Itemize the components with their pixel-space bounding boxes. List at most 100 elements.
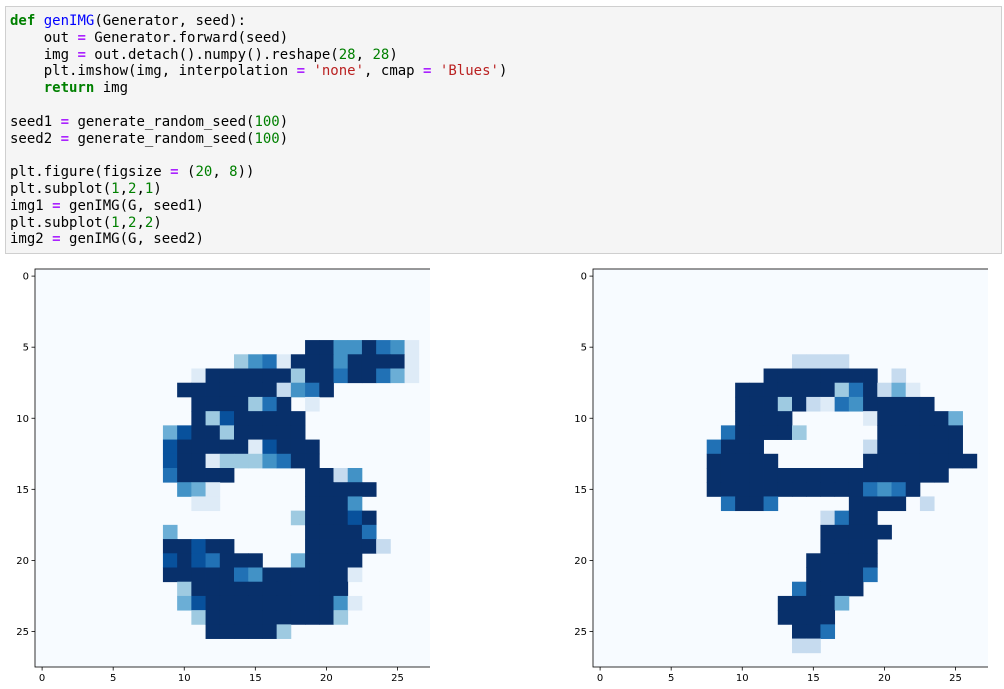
heatmap-cell xyxy=(162,468,178,483)
heatmap-cell xyxy=(806,581,821,597)
heatmap-cell xyxy=(777,610,793,625)
heatmap-cell xyxy=(820,468,836,483)
heatmap-cell xyxy=(219,624,235,639)
heatmap-cell xyxy=(806,482,821,497)
heatmap-cell xyxy=(877,453,892,469)
heatmap-cell xyxy=(234,595,249,611)
heatmap-cell xyxy=(820,382,836,398)
heatmap-cell xyxy=(276,624,292,639)
heatmap-cell xyxy=(177,539,192,554)
heatmap-cell xyxy=(205,453,221,469)
heatmap-cell xyxy=(234,368,249,384)
heatmap-cell xyxy=(792,610,807,625)
heatmap-cell xyxy=(333,354,349,369)
code-line: return img xyxy=(10,80,128,96)
heatmap-cell xyxy=(777,482,793,497)
heatmap-cell xyxy=(333,610,349,625)
heatmap-cell xyxy=(834,581,850,597)
heatmap-cell xyxy=(749,396,764,412)
heatmap-cell xyxy=(248,382,263,398)
heatmap-cell xyxy=(934,411,949,426)
heatmap-cell xyxy=(834,396,850,412)
heatmap-cell xyxy=(262,567,278,583)
heatmap-cell xyxy=(777,595,793,611)
heatmap-cell xyxy=(305,439,320,455)
code-token: seed1 xyxy=(10,113,61,130)
heatmap-cell xyxy=(290,567,306,583)
heatmap-cell xyxy=(333,553,349,568)
code-token: ) xyxy=(153,180,162,197)
heatmap-cell xyxy=(792,354,807,369)
heatmap-cell xyxy=(205,610,221,625)
code-editor[interactable]: def genIMG(Generator, seed): out = Gener… xyxy=(10,13,1001,248)
x-tick-label: 20 xyxy=(878,673,891,684)
heatmap-cell xyxy=(763,396,779,412)
code-line: out = Generator.forward(seed) xyxy=(10,30,288,46)
heatmap-cell xyxy=(720,439,736,455)
heatmap-cell xyxy=(219,368,235,384)
heatmap-cell xyxy=(305,368,320,384)
code-cell[interactable]: def genIMG(Generator, seed): out = Gener… xyxy=(5,6,1002,254)
heatmap-cell xyxy=(191,595,206,611)
heatmap-cell xyxy=(863,368,878,384)
code-line: def genIMG(Generator, seed): xyxy=(10,13,246,29)
heatmap-cell xyxy=(820,610,836,625)
x-tick-label: 15 xyxy=(249,673,262,684)
heatmap-cell xyxy=(205,468,221,483)
heatmap-cell xyxy=(792,638,807,654)
heatmap-cell xyxy=(191,382,206,398)
code-line: img2 = genIMG(G, seed2) xyxy=(10,231,204,247)
code-line: plt.imshow(img, interpolation = 'none', … xyxy=(10,63,508,79)
heatmap-cell xyxy=(162,524,178,540)
heatmap-cell xyxy=(891,439,907,455)
heatmap-cell xyxy=(205,396,221,412)
code-token: 100 xyxy=(254,113,280,130)
heatmap-cell xyxy=(834,368,850,384)
heatmap-cell xyxy=(219,425,235,440)
heatmap-cell xyxy=(720,453,736,469)
heatmap-cell xyxy=(934,439,949,455)
heatmap-cell xyxy=(905,411,921,426)
heatmap-cell xyxy=(863,482,878,497)
code-token: return xyxy=(43,80,95,97)
heatmap-cell xyxy=(806,382,821,398)
heatmap-cell xyxy=(848,581,864,597)
heatmap-cell xyxy=(234,382,249,398)
x-tick-label: 20 xyxy=(320,673,333,684)
heatmap-cell xyxy=(191,439,206,455)
heatmap-cell xyxy=(720,468,736,483)
heatmap-cell xyxy=(763,468,779,483)
heatmap-cell xyxy=(749,496,764,512)
heatmap-cell xyxy=(191,567,206,583)
heatmap-cell xyxy=(919,396,935,412)
heatmap-cell xyxy=(948,453,963,469)
heatmap-cell xyxy=(219,382,235,398)
code-token: = xyxy=(60,113,70,130)
heatmap-cell xyxy=(792,581,807,597)
heatmap-cell xyxy=(361,524,377,540)
code-token: plt.subplot( xyxy=(10,180,112,197)
heatmap-cell xyxy=(735,468,750,483)
x-tick-label: 5 xyxy=(668,673,674,684)
heatmap-cell xyxy=(219,539,235,554)
heatmap-cell xyxy=(248,453,263,469)
heatmap-cell xyxy=(863,496,878,512)
heatmap-cell xyxy=(749,425,764,440)
heatmap-cell xyxy=(863,411,878,426)
heatmap-cell xyxy=(792,482,807,497)
code-line: plt.figure(figsize = (20, 8)) xyxy=(10,164,254,180)
heatmap-cell xyxy=(749,411,764,426)
heatmap-cell xyxy=(276,368,292,384)
heatmap-cell xyxy=(806,553,821,568)
heatmap-image-1: 0 5 10 15 20 25 0 5 10 15 20 25 xyxy=(16,268,430,684)
heatmap-cell xyxy=(290,581,306,597)
heatmap-cell xyxy=(248,396,263,412)
heatmap-cell xyxy=(777,411,793,426)
heatmap-cell xyxy=(848,468,864,483)
heatmap-cell xyxy=(905,468,921,483)
code-token: ) xyxy=(279,113,289,130)
heatmap-cell xyxy=(305,482,320,497)
heatmap-cell xyxy=(276,610,292,625)
heatmap-cell xyxy=(219,553,235,568)
